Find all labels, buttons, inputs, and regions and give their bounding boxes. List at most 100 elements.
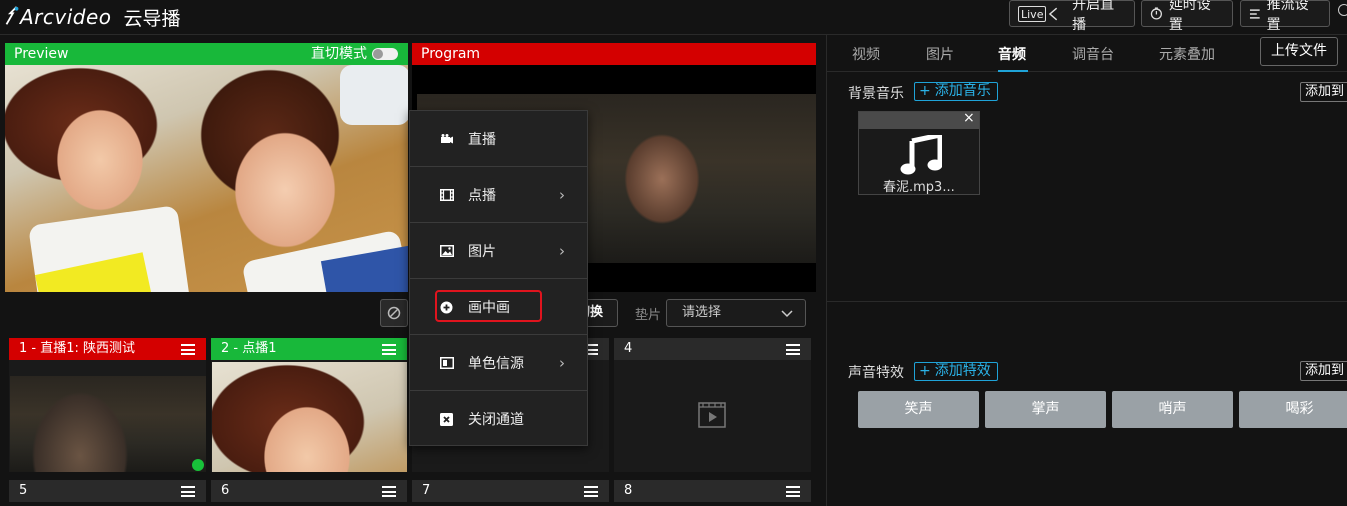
slot-label: 7 [422, 483, 431, 498]
timer-icon [1150, 7, 1162, 20]
slot-label: 6 [221, 483, 230, 498]
video-placeholder-icon [698, 402, 726, 428]
top-bar: Arcvideo 云导播 Live 开启直播 延时设置 推流设置 [0, 0, 1347, 35]
slot-label: 5 [19, 483, 28, 498]
source-slot-6[interactable]: 6 [211, 480, 407, 502]
video-content [340, 65, 408, 125]
program-label: Program [421, 46, 481, 62]
slot-header: 4 [614, 338, 811, 360]
source-slot-7[interactable]: 7 [412, 480, 609, 502]
live-badge: Live [1018, 5, 1047, 22]
slot-label: 1 - 直播1: 陕西测试 [19, 341, 136, 356]
direct-mode-label: 直切模式 [311, 46, 367, 62]
add-to-label: 添加到 [1305, 363, 1345, 378]
preview-header: Preview 直切模式 [5, 43, 408, 65]
tab-mixer[interactable]: 调音台 [1072, 44, 1114, 64]
live-arrow-icon [1049, 7, 1058, 20]
source-slot-2[interactable]: 2 - 点播1 [211, 338, 407, 472]
chevron-right-icon: › [559, 185, 565, 204]
music-card-bar: × [859, 110, 979, 129]
program-header: Program [412, 43, 816, 65]
right-panel: 视频 图片 音频 调音台 元素叠加 上传文件 背景音乐 +添加音乐 添加到 × [826, 35, 1347, 506]
logo-text: Arcvideo [20, 5, 112, 29]
ban-icon [387, 306, 401, 320]
upload-file-label: 上传文件 [1271, 43, 1327, 59]
music-file-card[interactable]: × 春泥.mp3... [858, 110, 980, 195]
slot-label: 4 [624, 341, 633, 356]
arcvideo-logo-icon [5, 6, 19, 25]
chevron-right-icon: › [559, 353, 565, 372]
close-channel-icon [440, 413, 453, 426]
app-root: Arcvideo 云导播 Live 开启直播 延时设置 推流设置 Preview… [0, 0, 1347, 506]
preview-label: Preview [14, 46, 69, 62]
menu-item-image[interactable]: 图片 › [410, 223, 587, 279]
more-icon[interactable] [1338, 4, 1347, 16]
add-to-label: 添加到 [1305, 84, 1345, 99]
music-file-name: 春泥.mp3... [883, 180, 955, 195]
chevron-right-icon: › [559, 241, 565, 260]
divider [827, 301, 1347, 302]
sfx-whistle-button[interactable]: 哨声 [1112, 391, 1233, 428]
camera-icon [441, 134, 453, 144]
source-context-menu: 直播 点播 › 图片 › 画中画 单色信源 › 关闭通道 [409, 110, 588, 446]
add-to-button[interactable]: 添加到 [1300, 361, 1347, 381]
upload-file-button[interactable]: 上传文件 [1260, 37, 1338, 66]
sfx-laugh-button[interactable]: 笑声 [858, 391, 979, 428]
direct-mode-toggle[interactable] [372, 48, 398, 60]
close-icon[interactable]: × [963, 110, 975, 126]
menu-item-vod[interactable]: 点播 › [410, 167, 587, 223]
cut-button[interactable] [380, 299, 408, 327]
menu-item-label: 单色信源 [468, 355, 524, 372]
menu-item-color-source[interactable]: 单色信源 › [410, 335, 587, 391]
highlight-box [435, 290, 542, 322]
tab-video[interactable]: 视频 [852, 44, 880, 64]
tab-audio[interactable]: 音频 [998, 44, 1026, 64]
start-live-label: 开启直播 [1072, 0, 1115, 33]
sfx-applause-button[interactable]: 掌声 [985, 391, 1106, 428]
slot-menu-icon[interactable] [584, 486, 598, 497]
slot-thumbnail [10, 376, 206, 472]
add-music-button[interactable]: + 添加音乐 [914, 82, 998, 101]
source-slot-4[interactable]: 4 [614, 338, 811, 472]
app-title: 云导播 [123, 7, 181, 30]
live-status-dot [192, 459, 204, 471]
menu-item-live[interactable]: 直播 [410, 111, 587, 167]
add-effect-label: 添加特效 [934, 363, 991, 379]
source-slot-1[interactable]: 1 - 直播1: 陕西测试 [9, 338, 206, 472]
add-to-button[interactable]: 添加到 [1300, 82, 1347, 102]
slot-label: 2 - 点播1 [221, 341, 277, 356]
slot-label: 8 [624, 483, 633, 498]
add-effect-button[interactable]: + 添加特效 [914, 362, 998, 381]
preview-video[interactable] [5, 65, 408, 292]
tab-image[interactable]: 图片 [926, 44, 954, 64]
slot-header: 1 - 直播1: 陕西测试 [9, 338, 206, 360]
pad-label: 垫片 [635, 308, 662, 323]
slot-menu-icon[interactable] [786, 486, 800, 497]
source-slot-5[interactable]: 5 [9, 480, 206, 502]
stream-settings-button[interactable]: 推流设置 [1240, 0, 1330, 33]
tab-overlay[interactable]: 元素叠加 [1159, 44, 1215, 64]
slot-menu-icon[interactable] [786, 344, 800, 355]
plus-icon: + [919, 363, 931, 379]
start-live-button[interactable]: Live 开启直播 [1009, 0, 1135, 33]
pad-select[interactable]: 请选择 [666, 299, 806, 327]
menu-item-pip[interactable]: 画中画 [410, 279, 587, 335]
delay-settings-button[interactable]: 延时设置 [1141, 0, 1233, 33]
slot-menu-icon[interactable] [181, 486, 195, 497]
menu-item-label: 图片 [468, 243, 496, 260]
pad-select-value: 请选择 [682, 305, 722, 320]
slot-menu-icon[interactable] [181, 344, 195, 355]
plus-icon: + [919, 83, 931, 99]
slot-menu-icon[interactable] [382, 344, 396, 355]
sfx-cheer-button[interactable]: 喝彩 [1239, 391, 1347, 428]
slot-header: 2 - 点播1 [211, 338, 407, 360]
slot-menu-icon[interactable] [382, 486, 396, 497]
delay-settings-label: 延时设置 [1168, 0, 1211, 33]
image-icon [440, 245, 454, 257]
menu-item-close-channel[interactable]: 关闭通道 [410, 391, 587, 447]
add-music-label: 添加音乐 [934, 83, 991, 99]
sound-effects-label: 声音特效 [848, 365, 904, 381]
music-note-icon [900, 135, 942, 175]
source-slot-8[interactable]: 8 [614, 480, 811, 502]
menu-item-label: 点播 [468, 187, 496, 204]
